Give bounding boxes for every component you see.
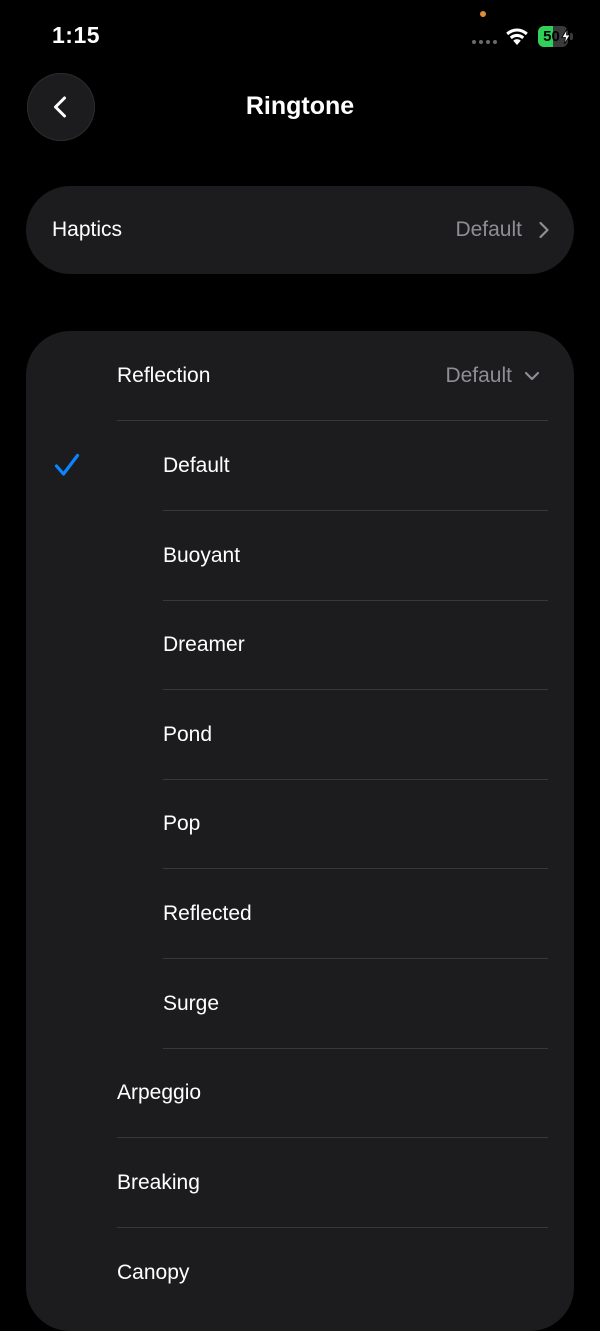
ringtone-option-dreamer[interactable]: Dreamer <box>26 600 574 690</box>
ringtone-option-label: Pond <box>163 723 213 746</box>
ringtone-option-label: Reflected <box>163 902 252 925</box>
ringtone-option-buoyant[interactable]: Buoyant <box>26 511 574 601</box>
ringtone-item-label: Canopy <box>117 1261 190 1284</box>
chevron-right-icon <box>539 221 549 239</box>
wifi-icon <box>506 28 528 45</box>
ringtone-option-pop[interactable]: Pop <box>26 779 574 869</box>
ringtone-option-default[interactable]: Default <box>26 421 574 511</box>
ringtone-list: Reflection Default Default Buoyant Dream… <box>26 331 574 1331</box>
ringtone-option-reflected[interactable]: Reflected <box>26 869 574 959</box>
charging-bolt-icon <box>561 29 571 44</box>
ringtone-item-label: Arpeggio <box>117 1081 202 1104</box>
ringtone-option-label: Dreamer <box>163 633 245 656</box>
page-title: Ringtone <box>245 92 355 120</box>
cellular-signal-icon <box>472 40 497 44</box>
status-time: 1:15 <box>52 22 101 48</box>
checkmark-icon <box>54 453 80 476</box>
ringtone-option-surge[interactable]: Surge <box>26 959 574 1049</box>
ringtone-group-reflection[interactable]: Reflection Default <box>26 331 574 421</box>
ringtone-item-label: Breaking <box>117 1171 200 1194</box>
ringtone-option-label: Buoyant <box>163 544 241 567</box>
status-bar: 1:15 50 <box>0 0 600 74</box>
ringtone-option-label: Default <box>163 454 230 477</box>
ringtone-option-pond[interactable]: Pond <box>26 690 574 780</box>
ringtone-item-arpeggio[interactable]: Arpeggio <box>26 1048 574 1138</box>
haptics-value: Default <box>455 218 522 241</box>
ringtone-option-label: Surge <box>163 992 220 1015</box>
ringtone-item-canopy[interactable]: Canopy <box>26 1228 574 1318</box>
battery-indicator: 50 <box>538 26 574 47</box>
group-selected-value: Default <box>445 364 512 387</box>
haptics-label: Haptics <box>52 218 123 241</box>
chevron-down-icon <box>524 371 540 381</box>
haptics-row[interactable]: Haptics Default <box>26 186 574 274</box>
ringtone-item-breaking[interactable]: Breaking <box>26 1138 574 1228</box>
ringtone-option-label: Pop <box>163 812 201 835</box>
camera-indicator-dot <box>480 11 486 17</box>
group-label: Reflection <box>117 364 211 387</box>
